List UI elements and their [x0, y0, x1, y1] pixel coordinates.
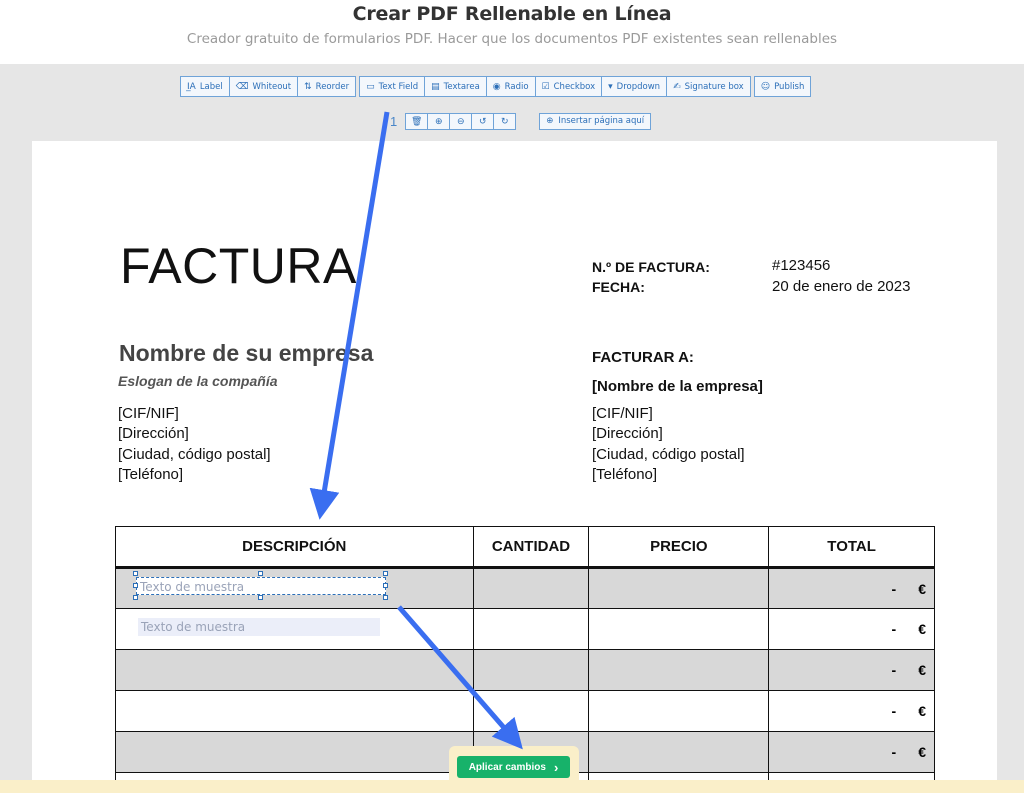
column-header-quantity: CANTIDAD: [472, 526, 590, 569]
page-subtitle: Creador gratuito de formularios PDF. Hac…: [186, 31, 838, 47]
resize-handle[interactable]: [258, 571, 263, 576]
table-cell: [588, 731, 770, 773]
table-cell: [588, 608, 770, 650]
table-cell: [472, 649, 590, 691]
invoice-number-label: N.º DE FACTURA:: [592, 259, 710, 275]
bill-to-company: [Nombre de la empresa]: [592, 378, 763, 395]
textarea-icon: ▤: [431, 81, 440, 92]
sender-address: [CIF/NIF] [Dirección] [Ciudad, código po…: [118, 404, 271, 485]
users-icon: ☺: [760, 81, 771, 92]
recipient-line: [Teléfono]: [592, 465, 658, 483]
company-slogan: Eslogan de la compañía: [118, 373, 278, 389]
resize-handle[interactable]: [133, 595, 138, 600]
zoom-out-icon: ⊖: [456, 115, 465, 126]
table-cell: [472, 567, 590, 609]
text-field-selected[interactable]: Texto de muestra: [136, 577, 386, 595]
plus-circle-icon: ⊕: [546, 116, 554, 126]
table-cell: [588, 567, 770, 609]
sender-line: [Teléfono]: [118, 465, 184, 483]
table-header-row: DESCRIPCIÓN CANTIDAD PRECIO TOTAL: [115, 526, 935, 569]
recipient-address: [CIF/NIF] [Dirección] [Ciudad, código po…: [592, 404, 745, 485]
table-row: - €: [115, 690, 935, 732]
sender-line: [CIF/NIF]: [118, 405, 179, 422]
column-header-total: TOTAL: [768, 526, 935, 569]
insert-page-button[interactable]: ⊕ Insertar página aquí: [539, 112, 652, 130]
sender-line: [Dirección]: [118, 425, 189, 443]
checkbox-icon: ☑: [541, 81, 550, 92]
dropdown-icon: ▾: [608, 81, 613, 92]
radio-tool-button[interactable]: ◉ Radio: [485, 76, 536, 97]
table-cell: [115, 690, 474, 732]
reorder-icon: ⇅: [304, 81, 312, 92]
page-number: 1: [390, 113, 398, 129]
resize-handle[interactable]: [383, 595, 388, 600]
checkbox-tool-button[interactable]: ☑ Checkbox: [534, 76, 603, 97]
sender-line: [Ciudad, código postal]: [118, 445, 271, 463]
eraser-icon: ⌫: [235, 81, 249, 92]
rotate-right-button[interactable]: ↻: [493, 112, 517, 130]
text-field[interactable]: Texto de muestra: [138, 618, 380, 636]
invoice-date-value: 20 de enero de 2023: [772, 278, 911, 295]
row-total: - €: [768, 649, 935, 691]
company-name: Nombre de su empresa: [119, 340, 374, 366]
zoom-out-button[interactable]: ⊖: [449, 112, 473, 130]
text-field-tool-button[interactable]: ▭ Text Field: [359, 76, 426, 97]
resize-handle[interactable]: [133, 571, 138, 576]
invoice-date-label: FECHA:: [592, 279, 645, 295]
recipient-line: [Ciudad, código postal]: [592, 445, 745, 463]
recipient-line: [Dirección]: [592, 425, 663, 443]
page-title: Crear PDF Rellenable en Línea: [352, 3, 672, 25]
row-total: - €: [768, 690, 935, 732]
zoom-in-icon: ⊕: [434, 115, 443, 126]
row-total: - €: [768, 731, 935, 773]
whiteout-tool-button[interactable]: ⌫ Whiteout: [228, 76, 299, 97]
page-controls: 1 🗑︎ ⊕ ⊖ ↺ ↻ ⊕ Insertar página aquí: [390, 112, 652, 130]
column-header-description: DESCRIPCIÓN: [115, 526, 474, 569]
reorder-tool-button[interactable]: ⇅ Reorder: [297, 76, 357, 97]
table-row: - €: [115, 649, 935, 691]
table-cell: [115, 731, 474, 773]
resize-handle[interactable]: [383, 583, 388, 588]
resize-handle[interactable]: [258, 595, 263, 600]
label-tool-button[interactable]: I̲A Label: [180, 76, 230, 97]
row-total: - €: [768, 608, 935, 650]
radio-icon: ◉: [492, 81, 501, 92]
recipient-line: [CIF/NIF]: [592, 405, 653, 422]
row-total: - €: [768, 567, 935, 609]
table-cell: [115, 649, 474, 691]
signature-icon: ✍: [673, 81, 681, 92]
invoice-number-value: #123456: [772, 257, 831, 274]
apply-changes-button[interactable]: Aplicar cambios ›: [457, 756, 570, 778]
bill-to-label: FACTURAR A:: [592, 349, 694, 366]
table-cell: [472, 690, 590, 732]
table-cell: [472, 608, 590, 650]
page-header: Crear PDF Rellenable en Línea Creador gr…: [0, 0, 1024, 64]
resize-handle[interactable]: [133, 583, 138, 588]
chevron-right-icon: ›: [553, 759, 559, 775]
apply-panel: Aplicar cambios ›: [449, 746, 579, 793]
rotate-left-icon: ↺: [478, 115, 487, 126]
pdf-page: FACTURA N.º DE FACTURA: #123456 FECHA: 2…: [32, 141, 997, 793]
signature-tool-button[interactable]: ✍ Signature box: [666, 76, 751, 97]
zoom-in-button[interactable]: ⊕: [427, 112, 451, 130]
delete-page-button[interactable]: 🗑︎: [405, 112, 429, 130]
invoice-title: FACTURA: [120, 238, 357, 294]
publish-button[interactable]: ☺ Publish: [753, 76, 812, 97]
text-field-icon: ▭: [366, 81, 375, 92]
table-cell: [588, 690, 770, 732]
tool-toolbar: I̲A Label ⌫ Whiteout ⇅ Reorder ▭ Text Field …: [180, 76, 812, 97]
textarea-tool-button[interactable]: ▤ Textarea: [424, 76, 487, 97]
resize-handle[interactable]: [383, 571, 388, 576]
table-cell: [588, 649, 770, 691]
trash-icon: 🗑︎: [411, 115, 423, 126]
column-header-price: PRECIO: [588, 526, 770, 569]
label-icon: I̲A: [187, 81, 196, 92]
rotate-left-button[interactable]: ↺: [471, 112, 495, 130]
dropdown-tool-button[interactable]: ▾ Dropdown: [601, 76, 668, 97]
rotate-right-icon: ↻: [500, 115, 509, 126]
